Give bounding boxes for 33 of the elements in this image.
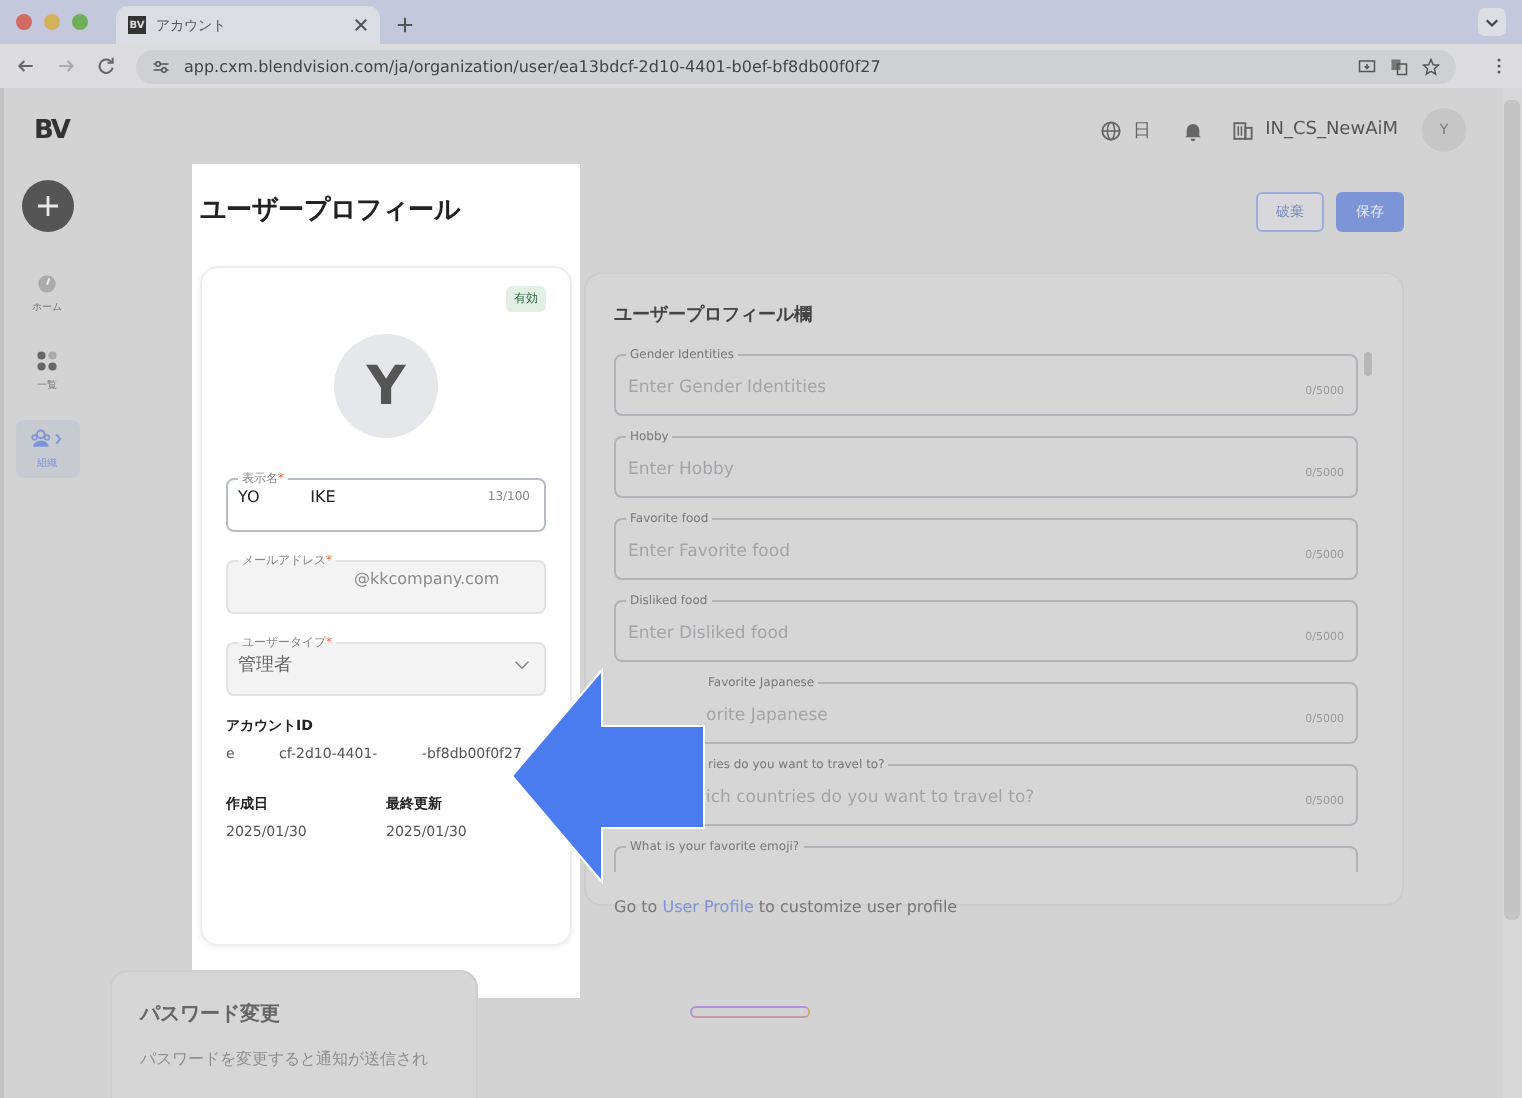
site-settings-icon[interactable] bbox=[152, 57, 170, 75]
translate-icon[interactable] bbox=[1390, 57, 1408, 75]
scrollbar-thumb[interactable] bbox=[1364, 352, 1372, 376]
reload-icon[interactable] bbox=[96, 56, 116, 76]
section-title: パスワード変更 bbox=[140, 1000, 282, 1028]
footer-note: Go to User Profile to customize user profile bbox=[614, 898, 960, 916]
section-description: パスワードを変更すると通知が送信され bbox=[140, 1048, 430, 1070]
install-icon[interactable] bbox=[1358, 57, 1376, 75]
star-icon[interactable] bbox=[1422, 57, 1440, 75]
new-tab-icon[interactable] bbox=[396, 16, 414, 34]
plus-icon bbox=[35, 194, 59, 218]
loading-pill bbox=[690, 1006, 810, 1018]
chevron-down-icon bbox=[514, 660, 530, 670]
add-button[interactable] bbox=[21, 180, 73, 232]
close-window-button[interactable] bbox=[16, 14, 32, 30]
back-icon[interactable] bbox=[16, 56, 36, 76]
profile-avatar: Y bbox=[334, 334, 438, 438]
people-icon bbox=[30, 428, 64, 450]
address-bar[interactable]: app.cxm.blendvision.com/ja/organization/user/ea13bdcf-2d10-4401-b0ef-bf8db00f0f27 bbox=[136, 49, 1456, 83]
globe-icon[interactable] bbox=[1099, 119, 1122, 141]
organization-name[interactable]: IN_CS_NewAiM bbox=[1265, 120, 1398, 140]
close-icon[interactable] bbox=[354, 18, 368, 32]
bell-icon[interactable] bbox=[1181, 119, 1204, 141]
gauge-icon bbox=[36, 272, 58, 294]
app-logo[interactable]: BV bbox=[34, 115, 69, 145]
tab-menu-icon[interactable] bbox=[1478, 8, 1506, 36]
building-icon bbox=[1231, 119, 1254, 141]
language-selector[interactable]: 日 bbox=[1133, 117, 1152, 143]
section-title: ユーザープロフィール欄 bbox=[614, 302, 814, 328]
grid-icon bbox=[36, 350, 58, 372]
page-title: ユーザープロフィール bbox=[200, 193, 463, 228]
user-profile-link[interactable]: User Profile bbox=[662, 898, 754, 916]
browser-menu-icon[interactable] bbox=[1496, 56, 1502, 76]
